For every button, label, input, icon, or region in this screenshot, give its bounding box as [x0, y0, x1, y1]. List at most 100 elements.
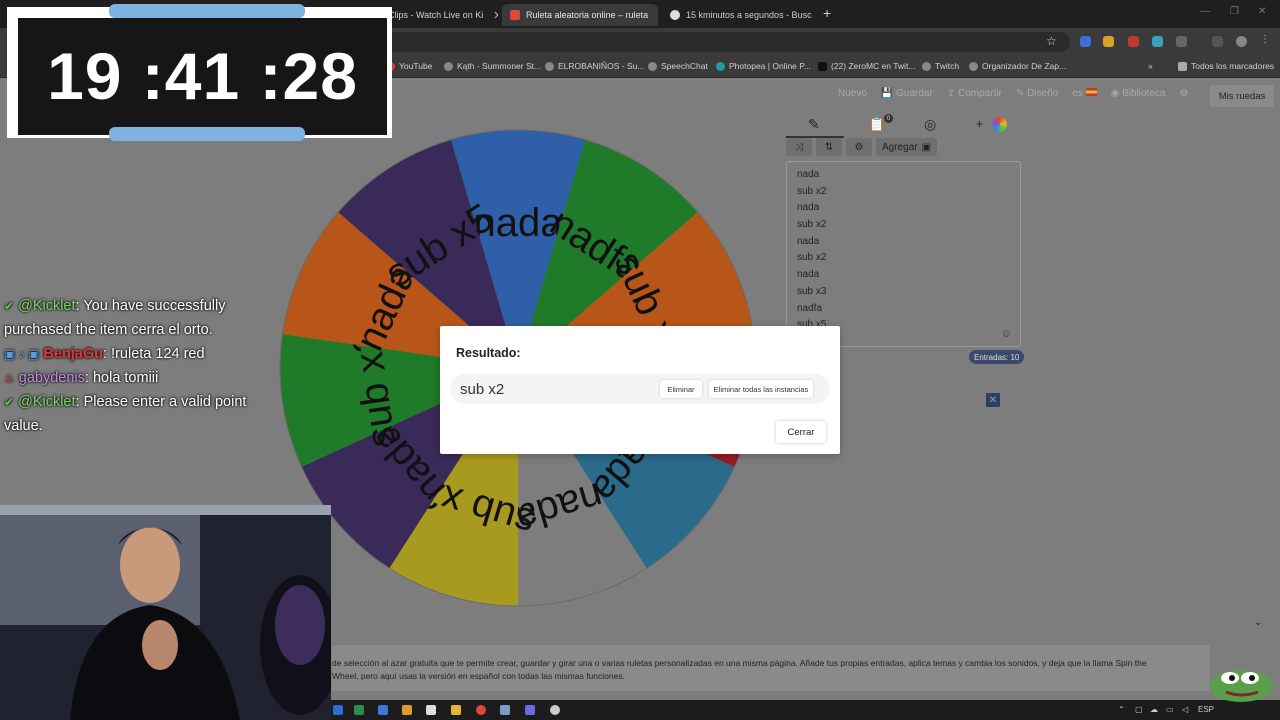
emoji-icon[interactable]: ☺: [1001, 328, 1012, 340]
menu-diseno[interactable]: ✎ Diseño: [1016, 88, 1058, 99]
menu-biblioteca[interactable]: ◉ Biblioteca: [1111, 88, 1166, 99]
maximize-icon[interactable]: ❐: [1230, 6, 1239, 17]
extension-icon[interactable]: [1080, 36, 1091, 47]
badge-icons: ▣ ♪ ▣: [4, 347, 40, 361]
chrome-icon[interactable]: [476, 705, 486, 715]
bookmark-summoner[interactable]: Kąth - Summoner St...: [444, 61, 541, 71]
extensions-puzzle-icon[interactable]: [1176, 36, 1187, 47]
chili-icon: ♨: [4, 371, 15, 385]
entry-line: sub x2: [797, 219, 827, 231]
photopea-icon: [716, 61, 725, 71]
settings-gear-icon[interactable]: ⚙: [1179, 88, 1188, 99]
bookmark-icon: [444, 61, 453, 71]
mis-ruedas-button[interactable]: Mis ruedas: [1210, 85, 1274, 107]
menu-language[interactable]: es: [1072, 88, 1097, 99]
vscode-icon[interactable]: [378, 705, 388, 715]
minimize-icon[interactable]: —: [1200, 6, 1210, 17]
bookmarks-overflow-icon[interactable]: »: [1148, 61, 1153, 71]
entry-line: nada: [797, 202, 820, 214]
bookmark-twitter[interactable]: (22) ZeroMC en Twit...: [818, 61, 915, 71]
extension-icon[interactable]: [1103, 36, 1114, 47]
eliminar-todas-button[interactable]: Eliminar todas las instancias: [709, 380, 813, 398]
tab-google-search[interactable]: 15 kminutos a segundos - Busc ✕: [662, 4, 818, 26]
close-window-icon[interactable]: ✕: [1258, 6, 1266, 17]
profile-avatar-icon[interactable]: [1236, 36, 1247, 47]
result-row: sub x2 Eliminar Eliminar todas las insta…: [450, 374, 830, 404]
bookmark-label: (22) ZeroMC en Twit...: [831, 61, 916, 71]
app-icon[interactable]: [426, 705, 436, 715]
bookmark-photopea[interactable]: Photopea | Online P...: [716, 61, 811, 71]
tab-label: Ruleta aleatoria online – ruleta: [526, 10, 649, 20]
all-bookmarks[interactable]: Todos los marcadores: [1178, 61, 1274, 71]
tab-label: 15 kminutos a segundos - Busc: [686, 10, 812, 20]
app-icon[interactable]: [500, 705, 510, 715]
tab-ruleta[interactable]: Ruleta aleatoria online – ruleta ✕: [502, 4, 658, 26]
tab-kick-clips[interactable]: Clips - Watch Live on Ki ✕: [380, 4, 498, 26]
cerrar-button[interactable]: Cerrar: [776, 421, 826, 443]
color-palette-icon[interactable]: [992, 117, 1007, 132]
bookmark-elrobaninos[interactable]: ELROBANIÑOS - Su...: [545, 61, 644, 71]
menu-label: Guardar: [896, 88, 933, 99]
folder-icon: [1178, 61, 1187, 71]
agregar-image-button[interactable]: Agregar ▣: [876, 138, 938, 156]
close-ad-icon[interactable]: ✕: [986, 393, 1000, 407]
volume-icon[interactable]: ◁: [1182, 705, 1188, 714]
menu-guardar[interactable]: 💾 Guardar: [881, 88, 933, 99]
entry-line: nada: [797, 235, 820, 247]
menu-compartir[interactable]: ⇪ Compartir: [947, 88, 1002, 99]
twitch-icon: [922, 61, 931, 71]
stream-chat: ✔ @Kicklet: You have successfully purcha…: [4, 294, 274, 438]
chevron-down-icon[interactable]: ⌄: [1254, 617, 1262, 628]
dialog-title: Resultado:: [456, 346, 521, 360]
image-icon: ▣: [921, 141, 932, 153]
menu-nuevo[interactable]: Nuevo: [838, 88, 867, 99]
clock-display: 19 :41 :28: [18, 18, 387, 135]
close-tab-icon[interactable]: ✕: [493, 9, 498, 22]
obs-icon[interactable]: [550, 705, 560, 715]
app-icon[interactable]: [402, 705, 412, 715]
spain-flag-icon: [1085, 88, 1097, 96]
chat-user: gabydenis: [18, 370, 85, 386]
bookmark-speechchat[interactable]: SpeechChat: [648, 61, 708, 71]
app-icon[interactable]: [354, 705, 364, 715]
chat-text: : !ruleta 124 red: [103, 346, 205, 362]
chat-text: : hola tomiii: [84, 370, 159, 386]
browser-menu-icon[interactable]: ⋮: [1260, 34, 1271, 45]
tray-icon[interactable]: ▢: [1135, 705, 1143, 714]
hide-eye-icon[interactable]: ◎: [924, 116, 936, 133]
results-clipboard-icon[interactable]: 📋: [868, 116, 885, 133]
new-tab-button[interactable]: +: [823, 5, 831, 21]
shuffle-icon[interactable]: ⤨: [786, 138, 812, 156]
agregar-label: Agregar: [882, 141, 918, 153]
bookmark-star-icon[interactable]: ☆: [1046, 34, 1057, 48]
reading-list-icon[interactable]: [1212, 36, 1223, 47]
start-icon[interactable]: [333, 705, 343, 715]
bookmark-twitch[interactable]: Twitch: [922, 61, 959, 71]
bookmark-label: YouTube: [399, 61, 433, 71]
tray-chevron-icon[interactable]: ⌃: [1118, 705, 1125, 714]
app-menu: Nuevo 💾 Guardar ⇪ Compartir ✎ Diseño es …: [838, 88, 1188, 99]
result-value: sub x2: [460, 381, 505, 398]
menu-label: Compartir: [958, 88, 1002, 99]
settings-icon[interactable]: ⚙: [846, 138, 872, 156]
language-indicator[interactable]: ESP: [1198, 705, 1214, 714]
sort-icon[interactable]: ⇅: [816, 138, 842, 156]
bookmark-organizador[interactable]: Organizador De Zap...: [969, 61, 1066, 71]
eliminar-button[interactable]: Eliminar: [660, 380, 702, 398]
network-icon[interactable]: ▭: [1166, 705, 1174, 714]
extension-icon[interactable]: [1152, 36, 1163, 47]
tray-icon[interactable]: ☁: [1150, 705, 1158, 714]
verified-check-icon: ✔: [4, 299, 15, 313]
bookmark-label: Twitch: [935, 61, 960, 71]
bookmark-youtube[interactable]: YouTube: [386, 61, 432, 71]
discord-icon[interactable]: [525, 705, 535, 715]
chat-user: BenjaGu: [43, 346, 103, 362]
extension-icon[interactable]: [1128, 36, 1139, 47]
file-explorer-icon[interactable]: [451, 705, 461, 715]
clock-top-tab: [109, 4, 305, 18]
edit-pencil-icon[interactable]: ✎: [808, 116, 820, 133]
add-plus-icon[interactable]: +: [976, 117, 983, 131]
entries-textarea[interactable]: nada sub x2 nada sub x2 nada sub x2 nada…: [786, 161, 1021, 347]
entry-line: nada: [797, 269, 820, 281]
webcam-image: [0, 505, 331, 720]
